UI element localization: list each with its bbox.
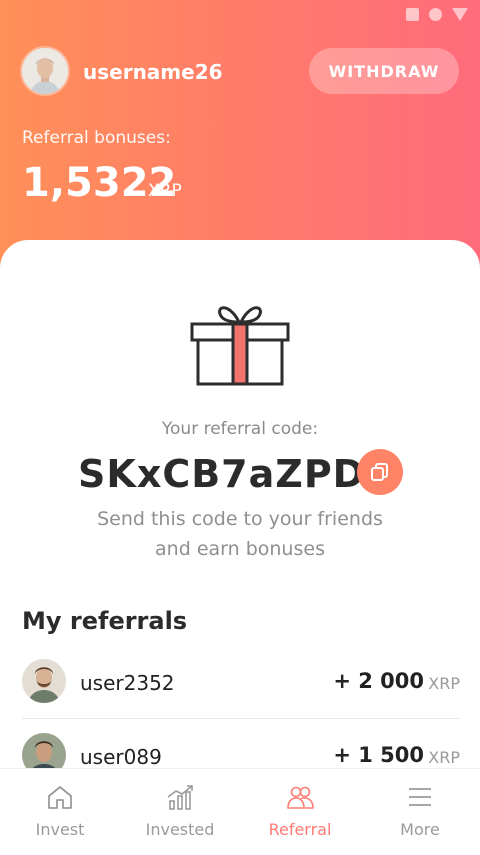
copy-button[interactable] — [357, 449, 403, 495]
nav-item-more[interactable]: More — [360, 769, 480, 855]
nav-item-referral[interactable]: Referral — [240, 769, 360, 855]
bottom-nav: Invest Invested Referral More — [0, 768, 480, 855]
avatar[interactable] — [22, 48, 68, 94]
status-bar — [406, 8, 468, 21]
users-icon — [287, 786, 314, 809]
copy-icon — [371, 463, 388, 481]
bonus-label: Referral bonuses: — [22, 128, 171, 148]
nav-label: Referral — [268, 820, 332, 839]
bonus-unit: XRP — [148, 181, 182, 201]
referral-row[interactable]: user2352 + 2 000 XRP — [22, 650, 460, 716]
referral-code[interactable]: SKxCB7aZPD — [78, 452, 365, 496]
chart-icon — [167, 785, 193, 810]
referral-unit: XRP — [428, 674, 460, 693]
referral-amount: + 2 000 — [333, 669, 424, 693]
referral-unit: XRP — [428, 748, 460, 767]
nav-label: Invested — [145, 820, 215, 839]
referral-username: user2352 — [80, 671, 175, 695]
nav-label: More — [400, 820, 440, 839]
referral-code-label: Your referral code: — [161, 419, 319, 439]
nav-item-invest[interactable]: Invest — [0, 769, 120, 855]
avatar — [22, 659, 66, 703]
menu-icon — [409, 788, 431, 806]
nav-label: Invest — [35, 820, 85, 839]
referral-username: user089 — [80, 745, 162, 769]
referral-amount: + 1 500 — [333, 743, 424, 767]
home-icon — [48, 786, 72, 809]
my-referrals-title: My referrals — [22, 607, 188, 635]
username: username26 — [83, 60, 223, 84]
referral-description-line2: and earn bonuses — [155, 538, 325, 560]
withdraw-button[interactable]: WITHDRAW — [309, 48, 459, 94]
gift-icon — [187, 296, 293, 392]
square-icon — [406, 8, 419, 21]
avatar-image — [22, 48, 68, 94]
divider — [22, 718, 460, 719]
referral-description-line1: Send this code to your friends — [97, 508, 383, 530]
nav-item-invested[interactable]: Invested — [120, 769, 240, 855]
triangle-icon — [452, 8, 468, 21]
circle-icon — [429, 8, 442, 21]
